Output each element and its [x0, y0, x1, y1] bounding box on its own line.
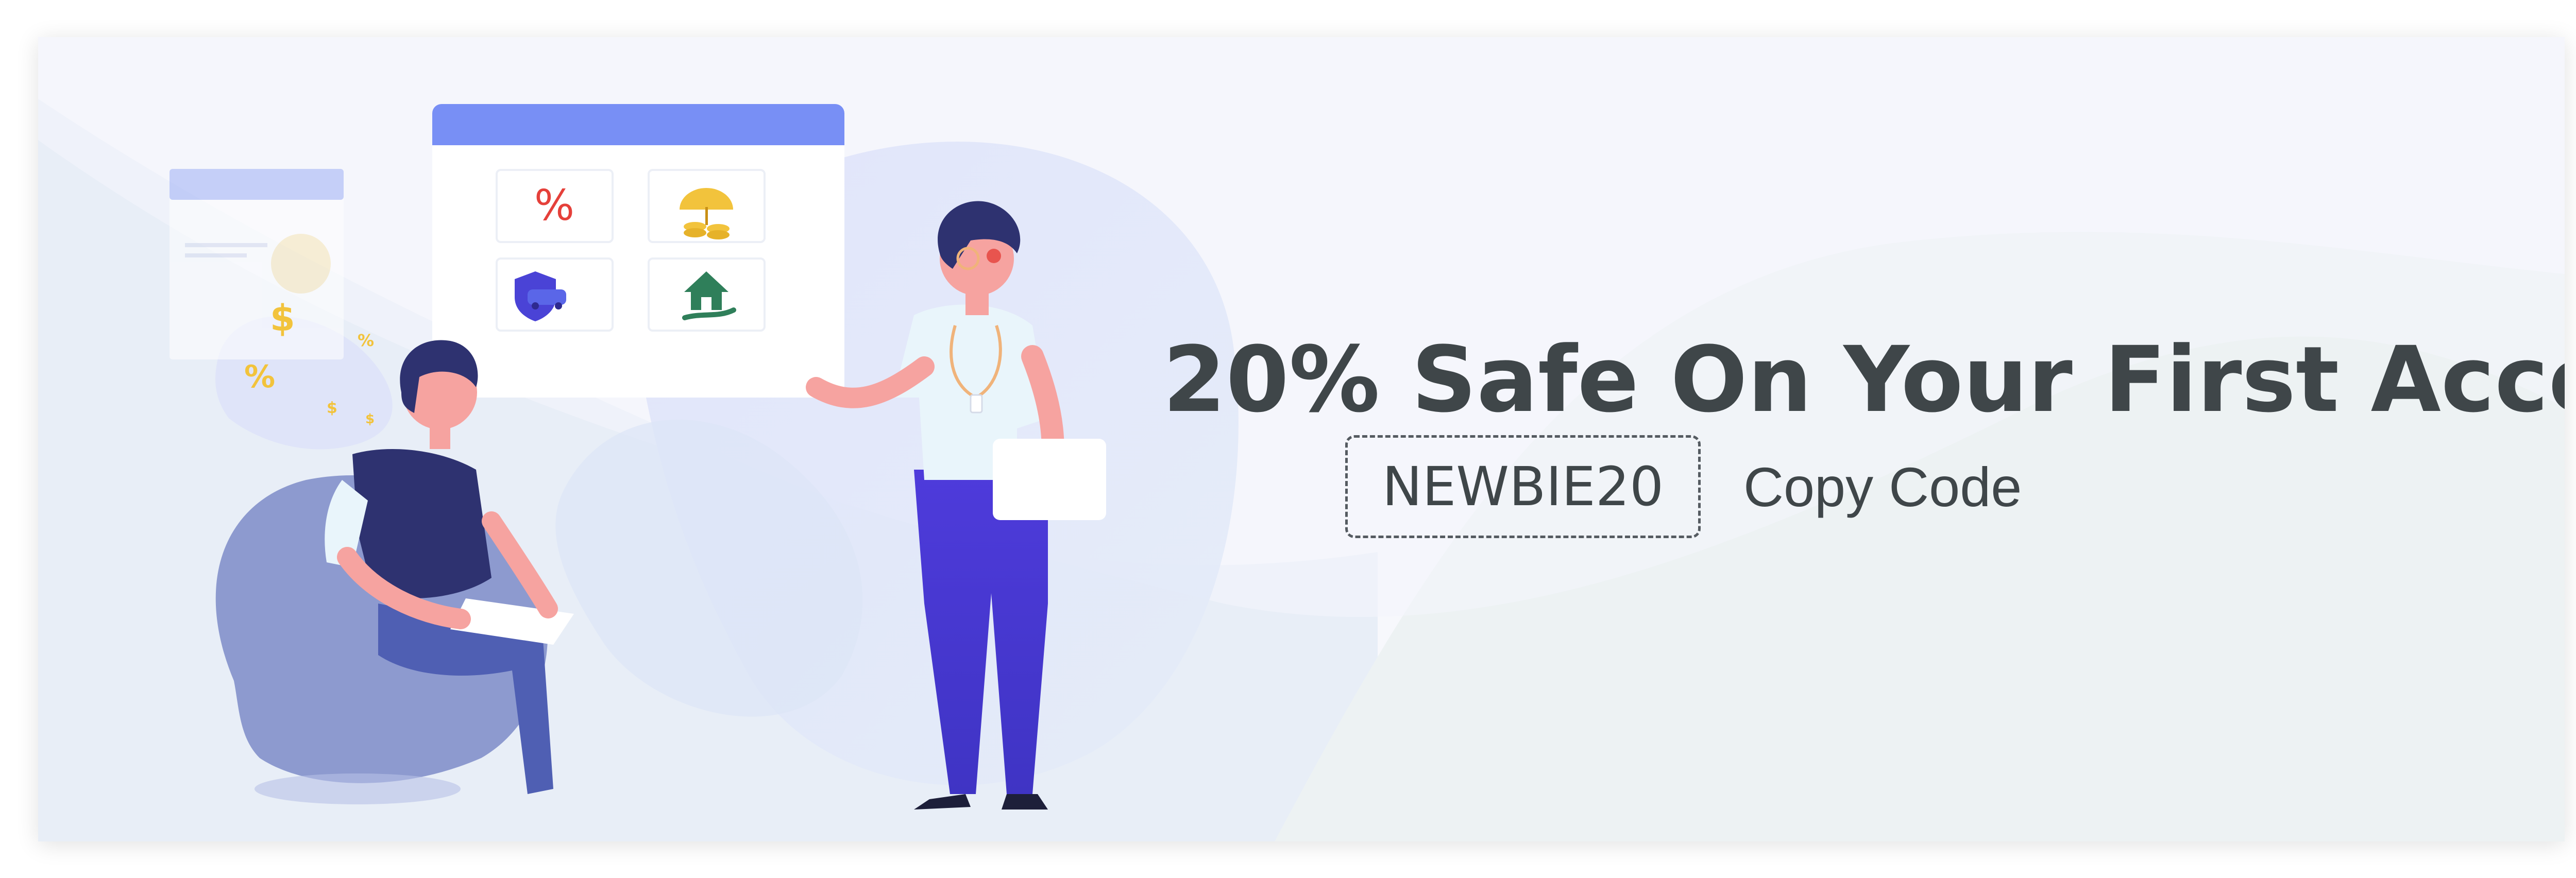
percent-icon: %: [534, 181, 574, 230]
promo-headline: 20% Safe On Your First Account: [1163, 327, 2565, 433]
svg-text:$: $: [365, 411, 375, 427]
copy-code-button[interactable]: Copy Code: [1719, 435, 2028, 538]
svg-text:$: $: [327, 399, 337, 417]
percent-symbol-small: %: [244, 359, 275, 395]
svg-text:%: %: [358, 331, 374, 350]
small-card: [170, 169, 344, 359]
background-illustration: $ % $ % $ %: [38, 37, 2565, 841]
dollar-symbol: $: [270, 297, 295, 339]
services-card: %: [432, 104, 844, 398]
promo-banner: $ % $ % $ % 20% Safe On Your First NEWBI…: [38, 37, 2565, 841]
promo-code-box[interactable]: NEWBIE20: [1345, 435, 1701, 538]
